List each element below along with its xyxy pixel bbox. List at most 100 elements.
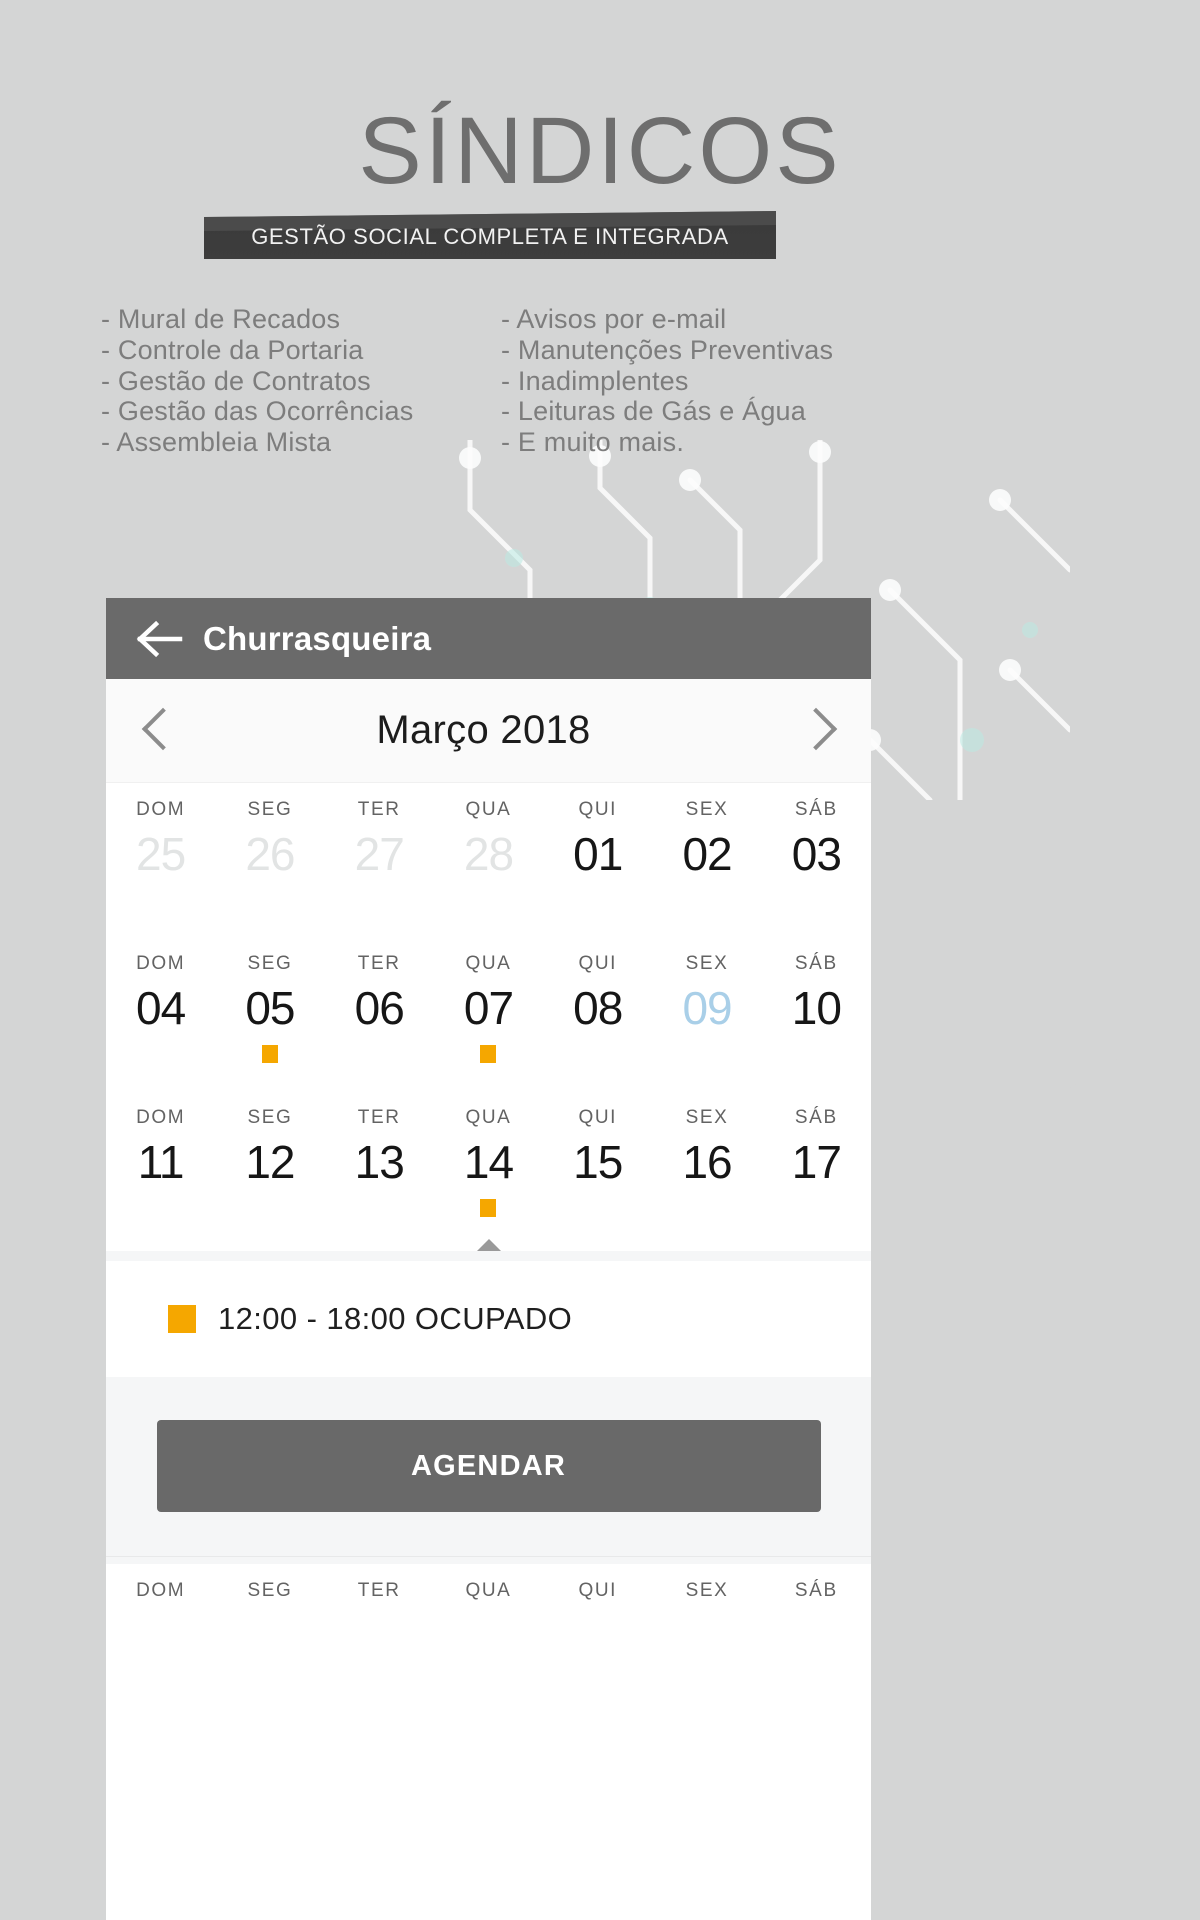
day-cell[interactable]: TER xyxy=(325,1580,434,1618)
feature-item: - Controle da Portaria xyxy=(101,334,364,365)
dow-label: SEG xyxy=(247,1107,293,1128)
day-cell[interactable]: SEG 26 xyxy=(215,799,324,915)
feature-item: - Manutenções Preventivas xyxy=(501,334,834,365)
day-cell[interactable]: DOM 25 xyxy=(106,799,215,915)
legend-row: 12:00 - 18:00 OCUPADO xyxy=(106,1261,871,1377)
day-number: 16 xyxy=(682,1136,732,1188)
back-arrow-icon[interactable] xyxy=(132,611,188,667)
calendar-tail-week: DOM SEG TER QUA QUI SEX SÁB xyxy=(106,1564,871,1618)
dow-label: QUA xyxy=(465,1580,512,1601)
day-cell[interactable]: SEG 12 xyxy=(215,1107,324,1223)
day-cell[interactable]: SÁB xyxy=(762,1580,871,1618)
day-cell[interactable]: QUI 15 xyxy=(543,1107,652,1223)
day-cell[interactable]: SEX 02 xyxy=(652,799,761,915)
feature-list-right: - Avisos por e-mail - Manutenções Preven… xyxy=(501,304,833,458)
bottom-divider xyxy=(106,1556,871,1564)
dow-label: SEX xyxy=(685,1580,729,1601)
day-number: 27 xyxy=(354,828,405,880)
dow-label: QUI xyxy=(578,799,618,820)
week-spacer xyxy=(106,915,871,937)
day-cell[interactable]: QUI xyxy=(543,1580,652,1618)
day-cell[interactable]: SEG xyxy=(215,1580,324,1618)
day-number: 05 xyxy=(245,982,295,1034)
chevron-left-icon[interactable] xyxy=(136,705,182,757)
day-number: 11 xyxy=(137,1136,185,1188)
day-number: 26 xyxy=(245,828,295,880)
day-cell[interactable]: DOM xyxy=(106,1580,215,1618)
agendar-button[interactable]: AGENDAR xyxy=(156,1420,821,1512)
day-cell[interactable]: SEX 16 xyxy=(652,1107,761,1223)
day-number: 15 xyxy=(573,1136,623,1188)
screen: SÍNDICOS GESTÃO SOCIAL COMPLETA E INTEGR… xyxy=(0,0,1200,1920)
page-title: SÍNDICOS xyxy=(358,98,842,204)
hero-banner-text: GESTÃO SOCIAL COMPLETA E INTEGRADA xyxy=(251,224,729,249)
chevron-right-icon[interactable] xyxy=(795,705,841,757)
dow-label: TER xyxy=(357,953,401,974)
day-number: 06 xyxy=(354,982,405,1034)
day-cell[interactable]: TER 06 xyxy=(325,953,434,1069)
dow-label: QUI xyxy=(578,1580,618,1601)
day-number: 01 xyxy=(573,828,623,880)
day-cell[interactable]: SEG 05 xyxy=(215,953,324,1069)
day-cell[interactable]: SEX xyxy=(652,1580,761,1618)
day-cell[interactable]: DOM 04 xyxy=(106,953,215,1069)
legend-swatch-occupied xyxy=(168,1305,196,1333)
day-cell[interactable]: QUA xyxy=(434,1580,543,1618)
collapse-up-triangle-icon[interactable] xyxy=(476,1239,501,1251)
feature-item: - Gestão das Ocorrências xyxy=(101,396,414,427)
day-cell[interactable]: QUI 08 xyxy=(543,953,652,1069)
dow-label: SEX xyxy=(685,1107,729,1128)
feature-item: - Leituras de Gás e Água xyxy=(501,396,806,427)
day-number: 07 xyxy=(463,982,514,1034)
day-number: 14 xyxy=(463,1136,514,1188)
dow-label: QUI xyxy=(578,953,618,974)
day-cell[interactable]: SÁB 03 xyxy=(762,799,871,915)
calendar-week-row: DOM 11 SEG 12 TER 13 QUA 14 QUI 15 SEX 16 SÁB 1… xyxy=(106,1091,871,1223)
dow-label: SÁB xyxy=(794,1107,838,1128)
dow-label: DOM xyxy=(136,1107,186,1128)
action-zone: AGENDAR xyxy=(106,1377,871,1556)
month-navigation-bar: Março 2018 xyxy=(106,679,871,783)
day-cell[interactable]: SÁB 17 xyxy=(762,1107,871,1223)
dow-label: TER xyxy=(357,1580,401,1601)
dow-label: SÁB xyxy=(794,1580,838,1601)
legend-label: 12:00 - 18:00 OCUPADO xyxy=(218,1301,573,1336)
app-panel: Churrasqueira Março 2018 DOM 25 SEG 26 TER… xyxy=(106,598,871,1920)
day-number: 09 xyxy=(682,982,732,1034)
day-number: 17 xyxy=(791,1136,842,1188)
day-cell[interactable]: QUA 28 xyxy=(434,799,543,915)
day-number: 12 xyxy=(245,1136,295,1188)
dow-label: SEG xyxy=(247,1580,293,1601)
dow-label: SEX xyxy=(685,799,729,820)
day-cell[interactable]: TER 13 xyxy=(325,1107,434,1223)
day-cell[interactable]: QUA 07 xyxy=(434,953,543,1069)
calendar-grid: DOM 25 SEG 26 TER 27 QUA 28 QUI 01 SEX 02 SÁB 0… xyxy=(106,783,871,1261)
dow-label: DOM xyxy=(136,799,186,820)
occupied-marker xyxy=(480,1045,497,1063)
day-cell[interactable]: QUI 01 xyxy=(543,799,652,915)
month-label: Março 2018 xyxy=(376,708,591,752)
dow-label: TER xyxy=(357,799,401,820)
feature-item: - Assembleia Mista xyxy=(101,427,332,458)
app-title: Churrasqueira xyxy=(203,619,432,657)
week-spacer xyxy=(106,1069,871,1091)
day-cell[interactable]: DOM 11 xyxy=(106,1107,215,1223)
feature-item: - E muito mais. xyxy=(501,427,685,458)
calendar-week-row: DOM SEG TER QUA QUI SEX SÁB xyxy=(106,1564,871,1618)
occupied-marker xyxy=(480,1199,497,1217)
dow-label: SEX xyxy=(685,953,729,974)
dow-label: SÁB xyxy=(794,953,838,974)
hero-banner: GESTÃO SOCIAL COMPLETA E INTEGRADA xyxy=(204,211,776,259)
day-number: 28 xyxy=(463,828,514,880)
occupied-marker xyxy=(261,1045,278,1063)
calendar-week-row: DOM 25 SEG 26 TER 27 QUA 28 QUI 01 SEX 02 SÁB 0… xyxy=(106,783,871,915)
day-cell[interactable]: SÁB 10 xyxy=(762,953,871,1069)
day-cell[interactable]: SEX 09 xyxy=(652,953,761,1069)
day-cell[interactable]: QUA 14 xyxy=(434,1107,543,1223)
feature-item: - Mural de Recados xyxy=(101,304,341,334)
calendar-collapse-row xyxy=(106,1223,871,1251)
day-number: 04 xyxy=(136,982,186,1034)
feature-list-left: - Mural de Recados - Controle da Portari… xyxy=(101,304,413,458)
dow-label: DOM xyxy=(136,953,186,974)
day-cell[interactable]: TER 27 xyxy=(325,799,434,915)
